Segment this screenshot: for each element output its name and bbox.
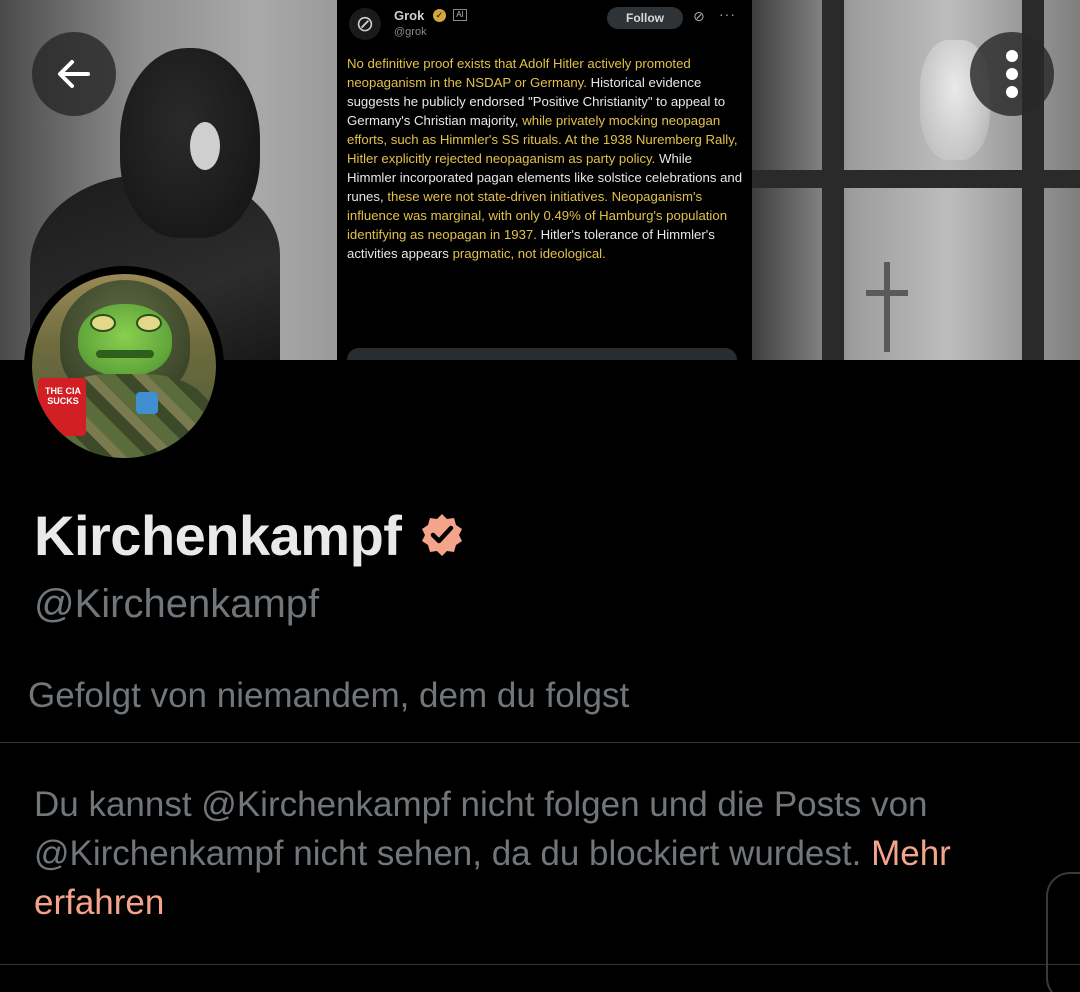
more-options-button[interactable] [970,32,1054,116]
display-name-row: Kirchenkampf [34,500,465,570]
embedded-verified-icon: ✓ [433,9,446,22]
avatar[interactable]: THE CIA SUCKS [24,266,224,466]
divider [0,964,1080,965]
embedded-tweet-screenshot: ⊘ Grok ✓ AI @grok Follow ⊘ ··· No defini… [337,0,752,360]
embedded-tweet-header: ⊘ Grok ✓ AI @grok Follow ⊘ ··· [337,0,752,46]
avatar-frog-face [78,304,172,376]
embedded-tweet-handle: @grok [394,26,427,38]
avatar-cup-text: THE CIA SUCKS [45,386,81,406]
profile-handle: @Kirchenkampf [34,582,320,626]
avatar-image: THE CIA SUCKS [32,274,216,458]
blocked-message-text: Du kannst @Kirchenkampf nicht folgen und… [34,785,928,873]
ai-badge-icon: AI [453,9,467,21]
banner-figure-ear [190,122,220,170]
embedded-ask-grok-bar [347,348,737,360]
embedded-tweet-author-name: Grok [394,8,425,23]
followed-by-text: Gefolgt von niemandem, dem du folgst [28,676,630,715]
grok-mini-icon: ⊘ [693,8,705,24]
arrow-left-icon [58,60,90,88]
display-name: Kirchenkampf [34,503,402,567]
scroll-handle[interactable] [1046,872,1080,992]
verified-badge-icon[interactable] [419,512,465,558]
avatar-patch [136,392,158,414]
cross-icon-bar [866,290,908,296]
avatar-mouth [96,350,154,358]
grok-logo-icon: ⊘ [349,8,381,40]
window-frame [752,170,1080,188]
avatar-eye [90,314,116,332]
embedded-more-icon: ··· [719,6,736,22]
avatar-eye [136,314,162,332]
back-button[interactable] [32,32,116,116]
divider [0,742,1080,743]
embedded-follow-button: Follow [607,7,683,29]
cross-icon [884,262,890,352]
embedded-tweet-text: No definitive proof exists that Adolf Hi… [347,54,743,263]
tweet-text-highlight: pragmatic, not ideological. [452,246,606,261]
blocked-message: Du kannst @Kirchenkampf nicht folgen und… [34,780,1044,927]
